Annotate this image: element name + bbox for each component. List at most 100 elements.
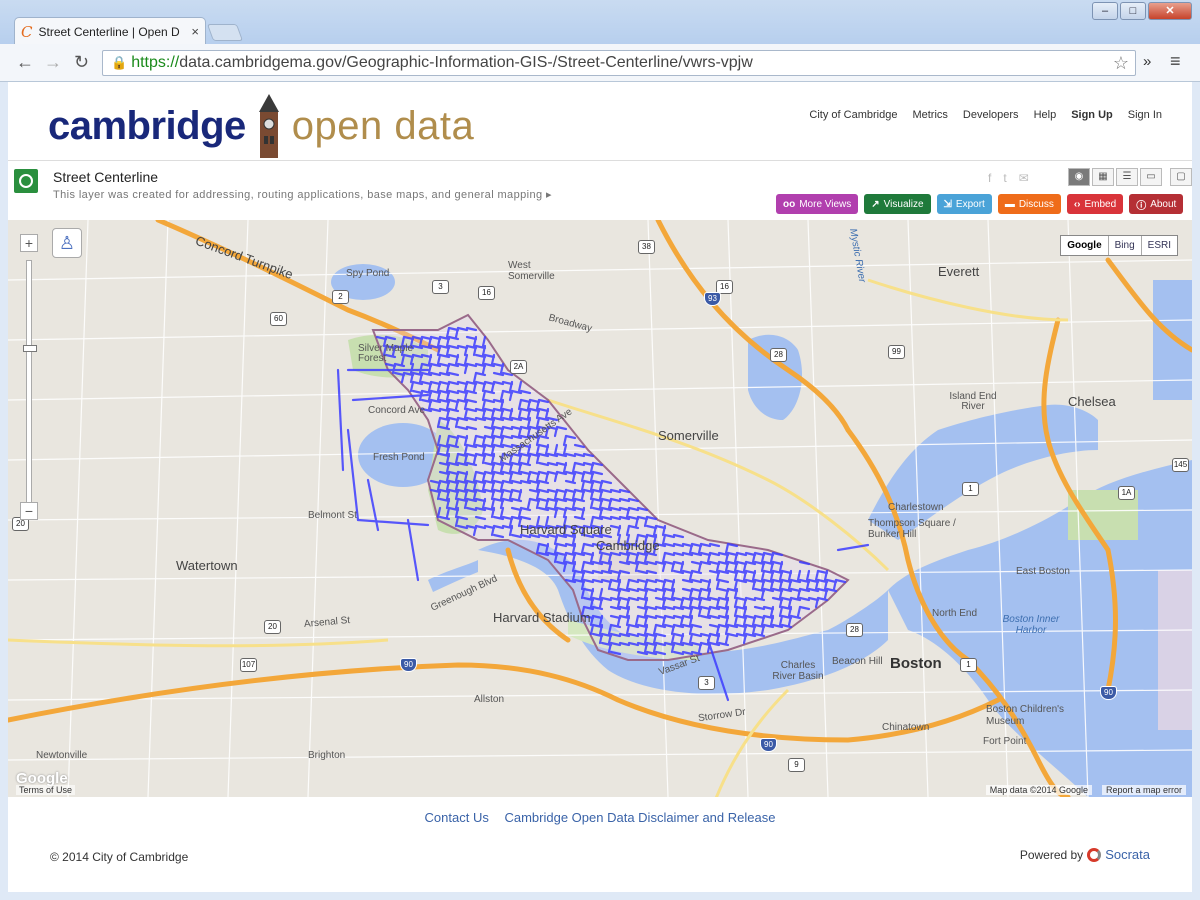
provider-esri[interactable]: ESRI xyxy=(1140,236,1177,255)
back-arrow-icon[interactable]: ← xyxy=(16,52,34,73)
street-segment xyxy=(672,542,685,548)
maximize-button[interactable]: □ xyxy=(1120,2,1146,20)
street-segment xyxy=(564,434,577,440)
nav-help[interactable]: Help xyxy=(1034,109,1057,121)
page-view-icon[interactable]: ▭ xyxy=(1140,168,1162,186)
street-segment xyxy=(492,524,505,530)
more-views-button[interactable]: oo More Views xyxy=(776,194,859,214)
reload-icon[interactable]: ↻ xyxy=(74,52,89,73)
street-segment xyxy=(634,614,640,627)
tab-close-icon[interactable]: × xyxy=(191,24,199,39)
label-allston: Allston xyxy=(474,694,505,705)
label-east-boston: East Boston xyxy=(1016,566,1070,577)
street-segment xyxy=(429,371,442,377)
street-segment xyxy=(798,605,811,611)
discuss-button[interactable]: ▬ Discuss xyxy=(997,194,1061,214)
embed-button[interactable]: ‹› Embed xyxy=(1066,194,1124,214)
about-button[interactable]: ⓘ About xyxy=(1129,194,1184,214)
map-canvas[interactable]: Concord Turnpike Spy Pond Silver Maple F… xyxy=(8,220,1192,797)
street-segment xyxy=(600,488,613,494)
socrata-label: Socrata xyxy=(1105,847,1150,862)
street-segment xyxy=(778,614,784,627)
street-view-pegman-icon[interactable]: ♙ xyxy=(52,228,82,258)
street-segment xyxy=(798,560,811,566)
browser-menu-icon[interactable]: ≡ xyxy=(1170,51,1181,72)
street-segment xyxy=(474,515,487,521)
dataset-actions: oo More Views ↗ Visualize ⇲ Export ▬ Discuss… xyxy=(776,194,1184,214)
close-window-button[interactable]: ✕ xyxy=(1148,2,1192,20)
label-watertown: Watertown xyxy=(176,558,238,573)
site-logo[interactable]: cambridge open data xyxy=(48,94,474,158)
nav-sign-up[interactable]: Sign Up xyxy=(1071,109,1113,121)
street-segment xyxy=(627,506,640,512)
street-segment xyxy=(625,524,631,537)
street-segment xyxy=(555,542,568,548)
street-segment xyxy=(670,632,676,645)
nav-sign-in[interactable]: Sign In xyxy=(1128,109,1162,121)
zoom-out-button[interactable]: − xyxy=(20,502,38,520)
zoom-slider-thumb[interactable] xyxy=(23,345,37,352)
new-tab-button[interactable] xyxy=(206,24,244,41)
dataset-description[interactable]: This layer was created for addressing, r… xyxy=(53,188,552,201)
label-fort-point: Fort Point xyxy=(983,736,1027,747)
street-segment xyxy=(436,416,442,429)
map-data-attribution: Map data ©2014 Google xyxy=(985,785,1092,795)
street-segment xyxy=(654,632,667,638)
nav-city-of-cambridge[interactable]: City of Cambridge xyxy=(809,109,897,121)
street-segment xyxy=(445,506,451,519)
street-segment xyxy=(607,623,613,636)
street-segment xyxy=(600,479,613,485)
nav-metrics[interactable]: Metrics xyxy=(912,109,947,121)
table-view-icon[interactable]: ▦ xyxy=(1092,168,1114,186)
route-shield-60: 60 xyxy=(270,312,287,326)
view-switcher: ◉ ▦ ☰ ▭ ▢ xyxy=(1068,168,1192,186)
browser-tab[interactable]: C Street Centerline | Open D × xyxy=(14,17,206,45)
list-view-icon[interactable]: ☰ xyxy=(1116,168,1138,186)
terms-of-use-link[interactable]: Terms of Use xyxy=(16,785,76,795)
provider-bing[interactable]: Bing xyxy=(1107,236,1141,255)
route-shield-20b: 20 xyxy=(264,620,281,634)
visualize-button[interactable]: ↗ Visualize xyxy=(864,194,931,214)
route-shield-3b: 3 xyxy=(698,676,715,690)
bookmark-star-icon[interactable]: ☆ xyxy=(1113,51,1129,75)
email-icon[interactable]: ✉ xyxy=(1019,171,1029,185)
twitter-icon[interactable]: t xyxy=(1003,171,1006,185)
nav-developers[interactable]: Developers xyxy=(963,109,1019,121)
street-segment xyxy=(598,587,604,600)
street-segment xyxy=(519,515,532,521)
street-segment xyxy=(580,542,586,555)
zoom-in-button[interactable]: + xyxy=(20,234,38,252)
forward-arrow-icon[interactable]: → xyxy=(44,52,62,73)
fullscreen-icon[interactable]: ▢ xyxy=(1170,168,1192,186)
street-segment xyxy=(681,650,694,656)
contact-us-link[interactable]: Contact Us xyxy=(425,810,489,825)
export-button[interactable]: ⇲ Export xyxy=(936,194,992,214)
route-shield-2: 2 xyxy=(332,290,349,304)
street-segment xyxy=(537,461,550,467)
street-segment xyxy=(456,515,469,521)
powered-by[interactable]: Powered by Socrata xyxy=(1020,847,1150,862)
street-segment xyxy=(472,371,478,384)
street-segment xyxy=(447,344,460,350)
map-view-icon[interactable]: ◉ xyxy=(1068,168,1090,186)
zoom-slider[interactable] xyxy=(23,260,37,508)
route-shield-1b: 1 xyxy=(960,658,977,672)
street-segment xyxy=(562,443,568,456)
extensions-chevron-icon[interactable]: » xyxy=(1143,53,1151,70)
copyright: © 2014 City of Cambridge xyxy=(50,850,189,864)
report-map-error-link[interactable]: Report a map error xyxy=(1101,785,1186,795)
provider-google[interactable]: Google xyxy=(1061,236,1107,255)
street-segment xyxy=(627,497,640,503)
disclaimer-link[interactable]: Cambridge Open Data Disclaimer and Relea… xyxy=(504,810,775,825)
street-segment xyxy=(805,569,811,582)
street-segment xyxy=(645,569,658,575)
street-segment xyxy=(535,542,541,555)
minimize-button[interactable]: – xyxy=(1092,2,1118,20)
facebook-icon[interactable]: f xyxy=(988,171,991,185)
street-segment xyxy=(627,632,640,638)
street-segment xyxy=(645,578,658,584)
street-segment xyxy=(483,398,496,404)
street-segment xyxy=(463,443,469,456)
address-bar[interactable]: 🔒 https://data.cambridgema.gov/Geographic… xyxy=(102,50,1136,76)
street-segment xyxy=(627,641,640,647)
